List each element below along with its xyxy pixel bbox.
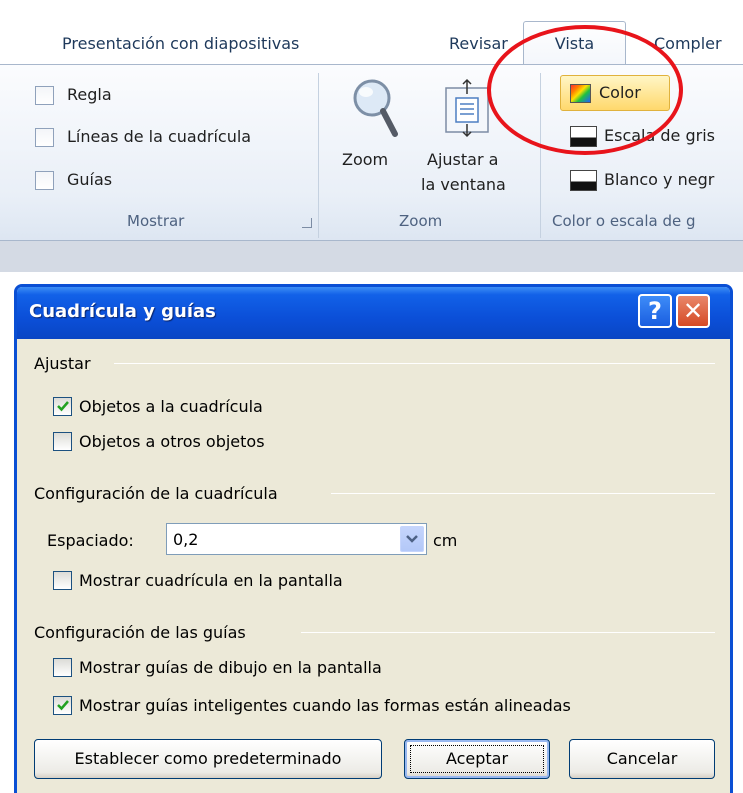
section-divider: [331, 493, 715, 494]
tab-review[interactable]: Revisar: [449, 34, 508, 53]
dialog-title-bar[interactable]: Cuadrícula y guías ? ✕: [17, 287, 730, 339]
focus-rectangle: [410, 745, 544, 773]
spacing-combobox[interactable]: 0,2: [166, 523, 427, 555]
snap-to-objects-label[interactable]: Objetos a otros objetos: [79, 432, 265, 451]
show-drawing-guides-checkbox[interactable]: [53, 658, 72, 677]
snap-to-objects-checkbox[interactable]: [53, 432, 72, 451]
show-group-label: Mostrar: [127, 212, 185, 230]
zoom-button-label[interactable]: Zoom: [342, 150, 388, 169]
fit-to-window-icon[interactable]: [444, 78, 492, 138]
ruler-checkbox[interactable]: [35, 86, 54, 105]
show-grid-label[interactable]: Mostrar cuadrícula en la pantalla: [79, 571, 343, 590]
spacing-value[interactable]: 0,2: [173, 530, 198, 549]
gridlines-label[interactable]: Líneas de la cuadrícula: [67, 127, 251, 146]
tab-slideshow[interactable]: Presentación con diapositivas: [62, 34, 299, 53]
dialog-launcher-icon[interactable]: [302, 218, 312, 228]
zoom-group-label: Zoom: [399, 212, 443, 230]
checkmark-icon: [57, 401, 69, 412]
cancel-button[interactable]: Cancelar: [569, 739, 715, 779]
section-divider: [301, 632, 715, 633]
ruler-label[interactable]: Regla: [67, 85, 112, 104]
guides-settings-section-label: Configuración de las guías: [34, 623, 246, 642]
ok-button[interactable]: Aceptar: [404, 739, 550, 779]
chevron-down-icon[interactable]: [400, 526, 424, 552]
zoom-icon[interactable]: [350, 78, 398, 140]
black-white-icon: [570, 170, 597, 191]
ribbon: Presentación con diapositivas Revisar Vi…: [0, 0, 743, 272]
snap-to-grid-checkbox[interactable]: [53, 397, 72, 416]
gridlines-checkbox[interactable]: [35, 128, 54, 147]
snap-to-grid-label[interactable]: Objetos a la cuadrícula: [79, 397, 263, 416]
checkmark-icon: [57, 700, 69, 711]
section-divider: [114, 363, 715, 364]
help-button[interactable]: ?: [638, 294, 672, 328]
ribbon-bottom-strip: [0, 241, 743, 272]
close-button[interactable]: ✕: [676, 294, 710, 328]
fit-to-window-label-line2[interactable]: la ventana: [421, 175, 506, 194]
spacing-unit: cm: [433, 531, 458, 550]
guides-checkbox[interactable]: [35, 171, 54, 190]
smart-guides-label[interactable]: Mostrar guías inteligentes cuando las fo…: [79, 696, 571, 715]
grid-guides-dialog: Cuadrícula y guías ? ✕ Ajustar Objetos a…: [14, 284, 733, 793]
tab-addins[interactable]: Compler: [654, 34, 722, 53]
red-highlight-annotation: [487, 25, 683, 155]
set-as-default-button[interactable]: Establecer como predeterminado: [34, 739, 382, 779]
dialog-title: Cuadrícula y guías: [29, 301, 216, 322]
show-grid-checkbox[interactable]: [53, 571, 72, 590]
black-white-button-label[interactable]: Blanco y negr: [604, 170, 714, 189]
group-separator: [318, 73, 319, 238]
guides-label[interactable]: Guías: [67, 170, 112, 189]
fit-to-window-label-line1[interactable]: Ajustar a: [427, 150, 498, 169]
snap-section-label: Ajustar: [34, 354, 91, 373]
show-drawing-guides-label[interactable]: Mostrar guías de dibujo en la pantalla: [79, 658, 382, 677]
color-group-label: Color o escala de g: [552, 212, 696, 230]
spacing-label: Espaciado:: [47, 531, 134, 550]
smart-guides-checkbox[interactable]: [53, 696, 72, 715]
grid-settings-section-label: Configuración de la cuadrícula: [34, 484, 278, 503]
